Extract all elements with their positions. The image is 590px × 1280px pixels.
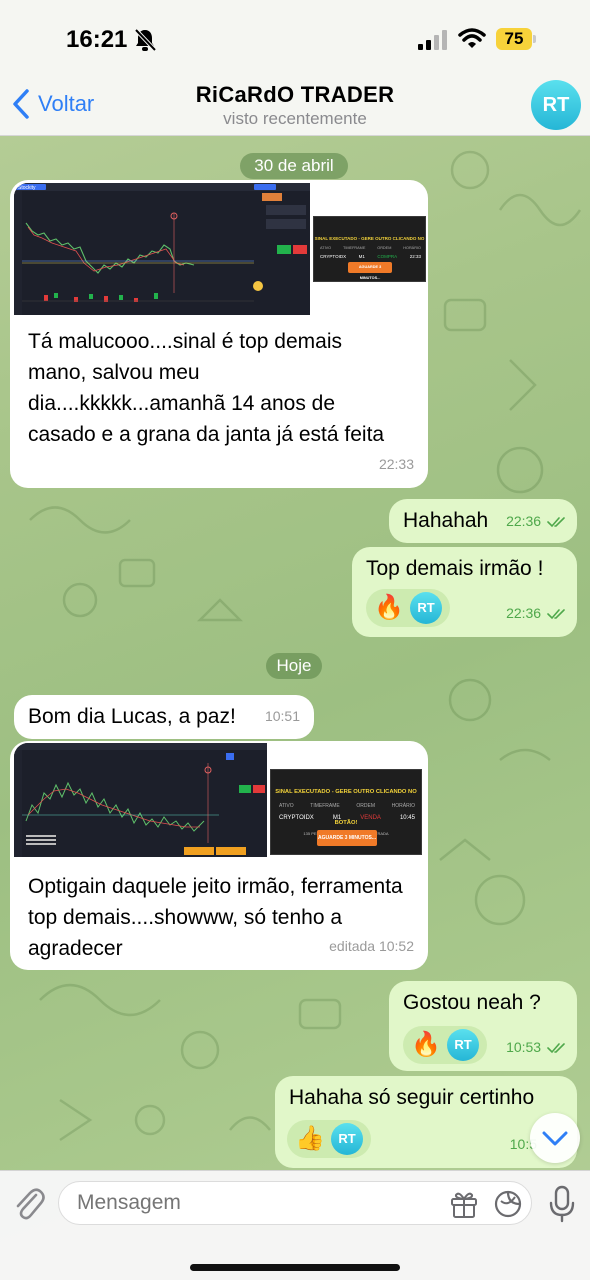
wifi-icon	[458, 28, 486, 48]
reaction-chip[interactable]: 👍 RT	[287, 1120, 371, 1158]
bell-slash-icon	[134, 28, 156, 52]
home-indicator	[190, 1264, 400, 1271]
message-meta: 22:36	[506, 506, 567, 537]
sticker-icon[interactable]	[493, 1189, 523, 1219]
message-text: Hahaha só seguir certinho	[289, 1086, 535, 1109]
message-text: Tá malucooo....sinal é top demais mano, …	[28, 330, 385, 446]
double-check-icon	[547, 609, 565, 620]
double-check-icon	[547, 1043, 565, 1054]
battery-icon: 75	[496, 28, 536, 50]
chart-screenshot-image[interactable]: Stockity	[14, 183, 310, 315]
gift-icon[interactable]	[449, 1189, 479, 1219]
chat-title[interactable]: RiCaRdO TRADER	[0, 82, 590, 108]
trading-chart: Stockity	[14, 183, 310, 315]
message-time: editada 10:52	[329, 938, 414, 954]
battery-level: 75	[496, 28, 532, 50]
platform-logo: Stockity	[18, 185, 36, 191]
date-chip: Hoje	[266, 653, 322, 679]
message-time: 10:53	[506, 1039, 542, 1055]
signal-icon	[418, 30, 447, 50]
trading-chart	[14, 743, 267, 857]
fire-icon: 🔥	[411, 1031, 441, 1058]
chevron-down-icon	[542, 1131, 568, 1146]
fire-icon: 🔥	[374, 594, 404, 621]
message-bubble[interactable]: Bom dia Lucas, a paz! 10:51	[14, 695, 314, 739]
message-text: Bom dia Lucas, a paz!	[28, 705, 236, 728]
chat-subtitle: visto recentemente	[223, 109, 367, 128]
chart-screenshot-image[interactable]	[14, 743, 267, 857]
avatar: RT	[447, 1029, 479, 1061]
reaction-chip[interactable]: 🔥 RT	[403, 1026, 487, 1064]
message-bubble[interactable]: Gostou neah ? 🔥 RT 10:53	[389, 981, 577, 1071]
thumbs-up-icon: 👍	[295, 1125, 325, 1152]
message-text: Gostou neah ?	[403, 991, 541, 1014]
signal-card[interactable]: SINAL EXECUTADO - GERE OUTRO CLICANDO NO…	[313, 216, 426, 282]
message-bubble[interactable]: Top demais irmão ! 🔥 RT 22:36	[352, 547, 577, 637]
message-time: 10:51	[264, 708, 300, 724]
scroll-down-button[interactable]	[530, 1113, 580, 1163]
message-bubble[interactable]: Stockity SINAL EXECUTADO - GERE OUTRO CL…	[10, 180, 428, 488]
message-time: 22:33	[378, 456, 414, 472]
paperclip-icon[interactable]	[12, 1185, 46, 1223]
top-bar: 16:21 75 Voltar RiCaRdO TRADER visto rec…	[0, 0, 590, 136]
avatar[interactable]: RT	[531, 80, 581, 130]
message-text: Top demais irmão !	[366, 557, 544, 580]
avatar: RT	[410, 592, 442, 624]
status-time: 16:21	[66, 26, 128, 53]
message-text: Hahahah	[403, 509, 489, 532]
signal-wait-button: AGUARDE 3 MINUTOS...	[348, 262, 392, 280]
message-time: 22:36	[506, 605, 542, 621]
signal-card[interactable]: SINAL EXECUTADO - GERE OUTRO CLICANDO NO…	[270, 769, 422, 855]
signal-wait-button: AGUARDE 3 MINUTOS...	[317, 830, 377, 846]
avatar: RT	[331, 1123, 363, 1155]
reaction-chip[interactable]: 🔥 RT	[366, 589, 450, 627]
message-time: 22:36	[506, 513, 542, 529]
message-meta: 10:53	[506, 1032, 567, 1063]
message-meta: 22:36	[506, 598, 567, 629]
message-bubble[interactable]: Hahahah 22:36	[389, 499, 577, 543]
message-bubble[interactable]: SINAL EXECUTADO - GERE OUTRO CLICANDO NO…	[10, 741, 428, 970]
double-check-icon	[547, 517, 565, 528]
date-chip: 30 de abril	[240, 153, 348, 179]
microphone-icon[interactable]	[548, 1185, 576, 1223]
